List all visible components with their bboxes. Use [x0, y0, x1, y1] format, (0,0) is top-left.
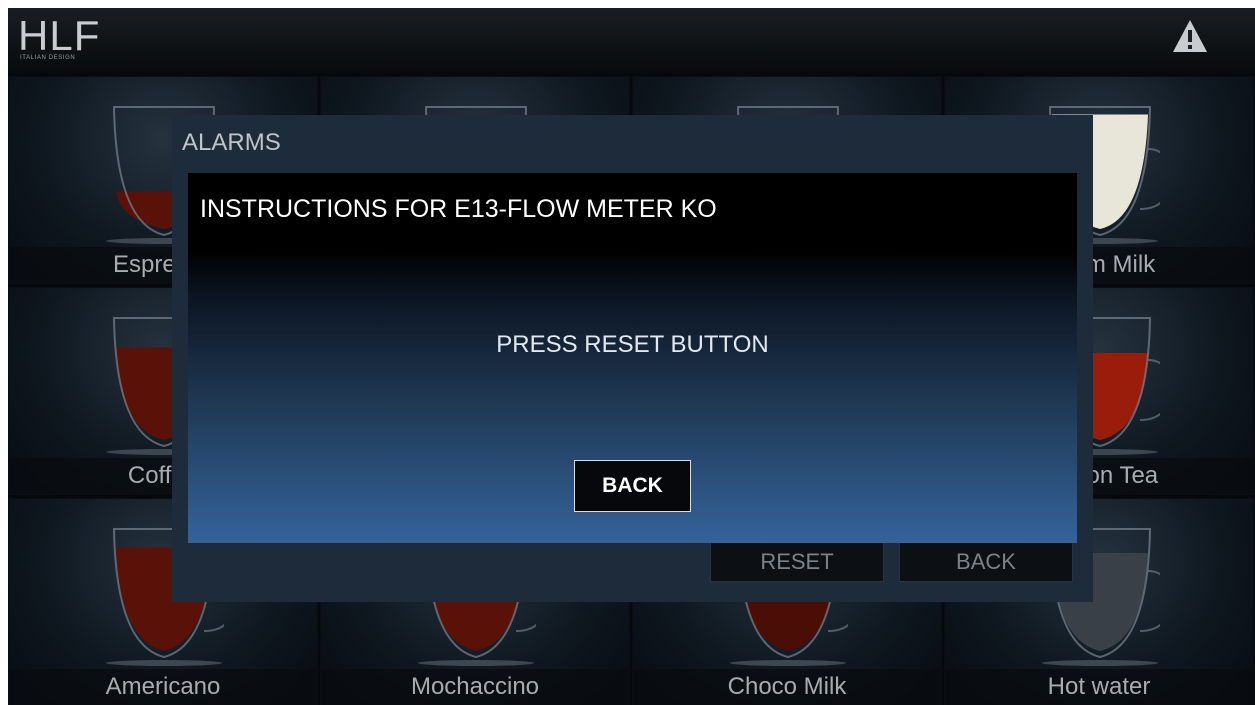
warning-triangle-graphic — [1173, 20, 1207, 52]
brand-logo: HLF ITALIAN DESIGN — [18, 14, 128, 66]
logo-subtitle: ITALIAN DESIGN — [20, 55, 76, 61]
alarm-instructions-dialog: INSTRUCTIONS FOR E13-FLOW METER KO PRESS… — [188, 173, 1077, 543]
drink-label: Americano — [9, 669, 317, 705]
alarms-title: ALARMS — [182, 129, 281, 156]
drink-label: Choco Milk — [633, 669, 941, 705]
dialog-back-button[interactable]: BACK — [574, 460, 691, 512]
reset-button[interactable]: RESET — [710, 540, 884, 582]
drink-label: Hot water — [945, 669, 1253, 705]
warning-triangle-icon[interactable] — [1170, 16, 1210, 56]
top-bar: HLF ITALIAN DESIGN — [8, 8, 1255, 74]
logo-text: HLF — [18, 12, 101, 59]
dialog-heading: INSTRUCTIONS FOR E13-FLOW METER KO — [200, 195, 717, 223]
drink-label: Mochaccino — [321, 669, 629, 705]
alarms-back-button[interactable]: BACK — [899, 540, 1073, 582]
machine-screen: HLF ITALIAN DESIGN Espresso Warm Milk Coff… — [8, 8, 1255, 705]
dialog-message: PRESS RESET BUTTON — [496, 331, 769, 358]
